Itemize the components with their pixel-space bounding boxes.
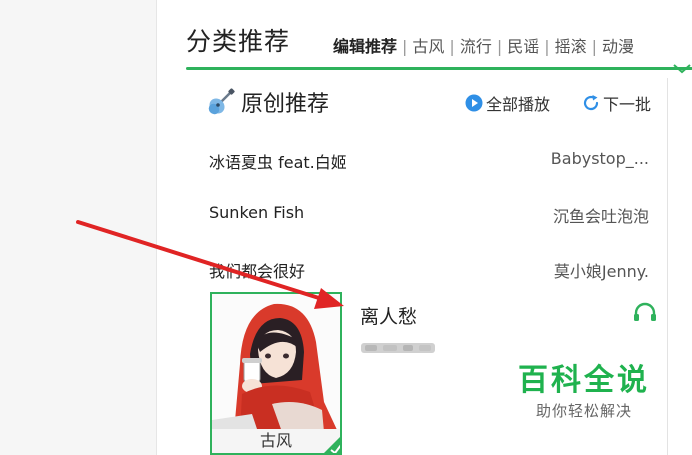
watermark-subtitle: 助你轻松解决 xyxy=(535,402,632,420)
play-all-button[interactable]: 全部播放 xyxy=(465,91,550,115)
watermark-title: 百科全说 xyxy=(518,363,650,398)
tab-separator: | xyxy=(402,37,408,56)
next-batch-label: 下一批 xyxy=(603,95,652,114)
guitar-icon xyxy=(208,88,235,115)
play-circle-icon xyxy=(465,94,483,112)
featured-song-title[interactable]: 离人愁 xyxy=(360,302,417,329)
song-row[interactable]: Sunken Fish 沉鱼会吐泡泡 xyxy=(209,199,649,227)
tab-separator: | xyxy=(449,37,455,56)
blurred-subtitle xyxy=(361,343,435,353)
tab-separator: | xyxy=(544,37,550,56)
headphones-icon[interactable] xyxy=(633,302,657,322)
header-underline xyxy=(186,67,692,70)
corner-check-icon xyxy=(324,437,340,453)
song-title[interactable]: Sunken Fish xyxy=(209,203,304,222)
category-tabs: 编辑推荐 | 古风 | 流行 | 民谣 | 摇滚 | 动漫 xyxy=(333,33,634,57)
song-artist[interactable]: Babystop_... xyxy=(551,149,649,168)
refresh-icon xyxy=(583,95,599,111)
song-row[interactable]: 我们都会很好 莫小娘Jenny. xyxy=(209,254,649,282)
tab-separator: | xyxy=(591,37,598,56)
chevron-down-icon xyxy=(673,64,691,74)
tab-rock[interactable]: 摇滚 xyxy=(555,33,587,57)
song-artist[interactable]: 沉鱼会吐泡泡 xyxy=(553,203,649,227)
song-row[interactable]: 冰语夏虫 feat.白姬 Babystop_... xyxy=(209,145,649,173)
tab-pop[interactable]: 流行 xyxy=(460,33,492,57)
tab-folk[interactable]: 民谣 xyxy=(507,33,539,57)
tab-separator: | xyxy=(496,37,503,56)
watermark: 百科全说 助你轻松解决 xyxy=(518,364,650,421)
song-artist[interactable]: 莫小娘Jenny. xyxy=(554,258,649,282)
card-title: 原创推荐 xyxy=(241,92,330,117)
tab-editor-picks[interactable]: 编辑推荐 xyxy=(333,33,397,57)
card-divider xyxy=(667,78,668,455)
featured-cover[interactable]: 古风 xyxy=(210,292,342,455)
card-header: 原创推荐 xyxy=(207,86,329,118)
song-title[interactable]: 我们都会很好 xyxy=(209,258,305,282)
song-title[interactable]: 冰语夏虫 feat.白姬 xyxy=(209,149,347,173)
next-batch-button[interactable]: 下一批 xyxy=(582,91,651,115)
section-title: 分类推荐 xyxy=(186,27,291,56)
play-all-label: 全部播放 xyxy=(486,95,551,114)
tab-anime[interactable]: 动漫 xyxy=(602,33,634,57)
cover-art-illustration xyxy=(212,294,340,432)
tab-gufeng[interactable]: 古风 xyxy=(412,33,444,57)
recommend-panel: 分类推荐 编辑推荐 | 古风 | 流行 | 民谣 | 摇滚 | 动漫 原创推荐 全部播放 下一批 xyxy=(156,0,692,455)
